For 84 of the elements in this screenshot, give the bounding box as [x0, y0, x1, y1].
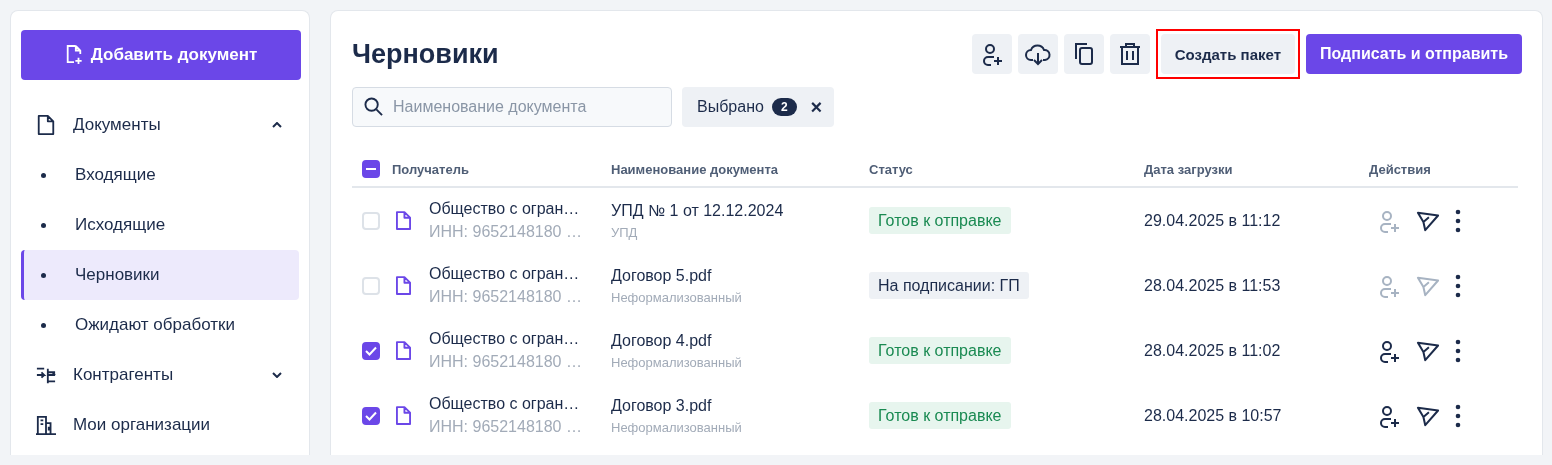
- recipient-name: Общество с огран…: [429, 330, 581, 348]
- delete-button[interactable]: [1109, 34, 1150, 74]
- nav-label: Исходящие: [75, 215, 166, 235]
- recipient-inn: ИНН: 9652148180 …: [429, 288, 582, 306]
- more-icon[interactable]: [1455, 338, 1461, 363]
- nav-item[interactable]: Мои организации: [21, 400, 299, 450]
- status-badge: Готов к отправке: [869, 336, 1011, 364]
- cloud-download-button[interactable]: [1017, 34, 1058, 74]
- recipient-inn: ИНН: 9652148180 …: [429, 353, 582, 371]
- create-package-button[interactable]: Создать пакет: [1160, 34, 1295, 74]
- page-title: Черновики: [352, 38, 499, 70]
- cloud-download-icon: [1024, 42, 1051, 66]
- document-name: УПД № 1 от 12.12.2024: [611, 201, 785, 220]
- recipient-inn: ИНН: 9652148180 …: [429, 418, 582, 436]
- status-badge: На подписании: ГП: [869, 271, 1029, 299]
- trash-icon: [1117, 42, 1142, 66]
- nav-label: Мои организации: [73, 415, 212, 435]
- bullet-icon: [41, 272, 46, 278]
- document-icon: [396, 276, 411, 295]
- search-field[interactable]: Наименование документа: [352, 87, 672, 127]
- more-icon[interactable]: [1455, 208, 1461, 233]
- nav-label: Ожидают обработки: [75, 315, 235, 335]
- send-icon[interactable]: [1415, 209, 1441, 232]
- nav-subitem[interactable]: Ожидают обработки: [21, 300, 299, 350]
- status-badge: Готов к отправке: [869, 401, 1011, 429]
- document-name: Договор 5.pdf: [611, 266, 713, 285]
- document-type: Неформализованный: [611, 354, 743, 370]
- upload-date: 28.04.2025 в 10:57: [1144, 406, 1282, 424]
- send-icon[interactable]: [1415, 339, 1441, 362]
- nav-subitem[interactable]: Черновики: [21, 250, 299, 300]
- nav-label: Документы: [73, 115, 162, 135]
- recipient-name: Общество с огран…: [429, 200, 581, 218]
- chip-label: Выбрано: [697, 98, 764, 116]
- column-header: Действия: [1369, 162, 1431, 177]
- nav-item[interactable]: Контрагенты: [21, 350, 299, 400]
- chevron-up-icon: [272, 122, 282, 128]
- document-name: Договор 4.pdf: [611, 331, 713, 350]
- upload-date: 28.04.2025 в 11:02: [1144, 341, 1281, 359]
- more-icon[interactable]: [1455, 273, 1461, 298]
- copy-button[interactable]: [1063, 34, 1104, 74]
- bullet-icon: [41, 172, 46, 178]
- upload-date: 29.04.2025 в 11:12: [1144, 211, 1281, 229]
- count-badge: 2: [771, 98, 797, 116]
- column-header: Статус: [869, 162, 913, 177]
- add-user-button[interactable]: [971, 34, 1012, 74]
- column-header: Дата загрузки: [1144, 162, 1233, 177]
- bullet-icon: [41, 322, 46, 328]
- select-all-checkbox[interactable]: [362, 160, 380, 178]
- recipient-inn: ИНН: 9652148180 …: [429, 223, 582, 241]
- nav-label: Входящие: [75, 165, 156, 185]
- bullet-icon: [41, 222, 46, 228]
- arrows-exchange-icon: [35, 365, 57, 385]
- document-type: Неформализованный: [611, 289, 743, 305]
- document-type: Неформализованный: [611, 419, 743, 435]
- document-icon: [396, 406, 411, 425]
- column-header: Получатель: [392, 161, 469, 177]
- row-checkbox[interactable]: [362, 406, 380, 425]
- document-icon: [35, 115, 57, 135]
- recipient-name: Общество с огран…: [429, 395, 581, 413]
- column-header: Наименование документа: [611, 162, 779, 177]
- building-icon: [35, 415, 57, 435]
- search-icon: [364, 97, 383, 116]
- send-icon[interactable]: [1415, 404, 1441, 427]
- document-icon: [396, 211, 411, 230]
- chevron-down-icon: [272, 372, 282, 378]
- status-badge: Готов к отправке: [869, 206, 1011, 234]
- row-checkbox[interactable]: [362, 341, 380, 360]
- document-name: Договор 3.pdf: [611, 396, 713, 415]
- nav-subitem[interactable]: Входящие: [21, 150, 299, 200]
- sign-and-send-button[interactable]: Подписать и отправить: [1306, 34, 1522, 74]
- add-user-icon[interactable]: [1377, 338, 1401, 363]
- nav-item[interactable]: Документы: [21, 100, 299, 150]
- document-type: УПД: [611, 224, 639, 240]
- clear-selection-button[interactable]: ×: [804, 95, 823, 119]
- nav-label: Черновики: [75, 265, 160, 285]
- file-plus-icon: [64, 44, 83, 66]
- add-document-button[interactable]: Добавить документ: [21, 30, 301, 80]
- document-icon: [396, 341, 411, 360]
- nav-label: Контрагенты: [73, 365, 175, 385]
- nav-subitem[interactable]: Исходящие: [21, 200, 299, 250]
- upload-date: 28.04.2025 в 11:53: [1144, 276, 1281, 294]
- more-icon[interactable]: [1455, 403, 1461, 428]
- recipient-name: Общество с огран…: [429, 265, 581, 283]
- add-user-icon[interactable]: [1377, 403, 1401, 428]
